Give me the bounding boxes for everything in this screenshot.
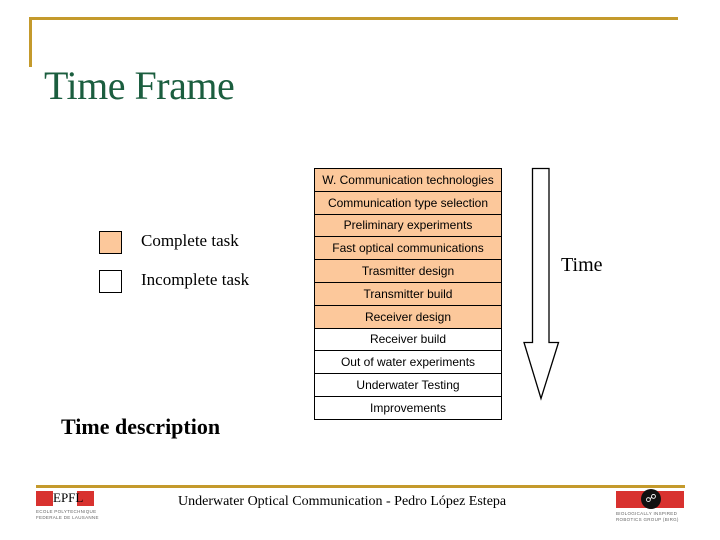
section-label: Time description <box>61 414 221 439</box>
arrow-shape <box>523 167 560 401</box>
task-timeline-table: W. Communication technologies Communicati… <box>314 168 502 420</box>
time-arrow-icon <box>523 167 560 401</box>
task-label: Transmitter build <box>363 286 453 301</box>
logo-subtitle-line1: BIOLOGICALLY INSPIRED <box>616 511 678 516</box>
legend-swatch-complete <box>99 231 122 254</box>
header-accent-vertical-line <box>29 17 32 67</box>
slide-title: Time Frame <box>44 63 235 108</box>
task-row: Underwater Testing <box>315 374 501 397</box>
task-row: Transmitter build <box>315 282 501 306</box>
task-label: Receiver build <box>369 332 447 347</box>
time-axis-label: Time <box>561 254 603 276</box>
task-label: Trasmitter design <box>361 264 455 279</box>
task-label: Underwater Testing <box>356 378 460 393</box>
task-row: Communication type selection <box>315 191 501 215</box>
logo-subtitle-line2: ROBOTICS GROUP (BIRG) <box>616 517 679 522</box>
epfl-logo: EPFL ECOLE POLYTECHNIQUE FEDERALE DE LAU… <box>36 490 99 521</box>
logo-subtitle-line2: FEDERALE DE LAUSANNE <box>36 515 99 520</box>
task-row: Preliminary experiments <box>315 214 501 238</box>
logo-subtitle-line1: ECOLE POLYTECHNIQUE <box>36 509 97 514</box>
task-row: Fast optical communications <box>315 237 501 261</box>
footer-text: Underwater Optical Communication - Pedro… <box>178 494 507 509</box>
task-row: Trasmitter design <box>315 260 501 283</box>
task-row: Out of water experiments <box>315 351 501 375</box>
task-row: Improvements <box>315 396 501 420</box>
task-label: Receiver design <box>364 309 452 324</box>
legend-label-complete: Complete task <box>141 231 239 250</box>
footer-accent-line <box>36 485 685 488</box>
legend-label-incomplete: Incomplete task <box>141 270 250 289</box>
task-row: W. Communication technologies <box>315 169 501 192</box>
task-label: Improvements <box>369 400 447 415</box>
logo-mark: EPFL <box>53 490 84 506</box>
header-accent-line <box>29 17 678 20</box>
robot-emblem-icon: ☍ <box>641 489 661 509</box>
task-row: Receiver build <box>315 328 501 352</box>
legend-swatch-incomplete <box>99 270 122 293</box>
logo-bar-left <box>36 491 53 506</box>
task-row: Receiver design <box>315 305 501 329</box>
task-label: Preliminary experiments <box>343 218 473 233</box>
task-label: Communication type selection <box>327 195 489 210</box>
task-label: W. Communication technologies <box>322 172 494 187</box>
birg-logo: ☍ BIOLOGICALLY INSPIRED ROBOTICS GROUP (… <box>616 489 686 523</box>
task-label: Fast optical communications <box>332 241 484 256</box>
task-label: Out of water experiments <box>340 355 476 370</box>
